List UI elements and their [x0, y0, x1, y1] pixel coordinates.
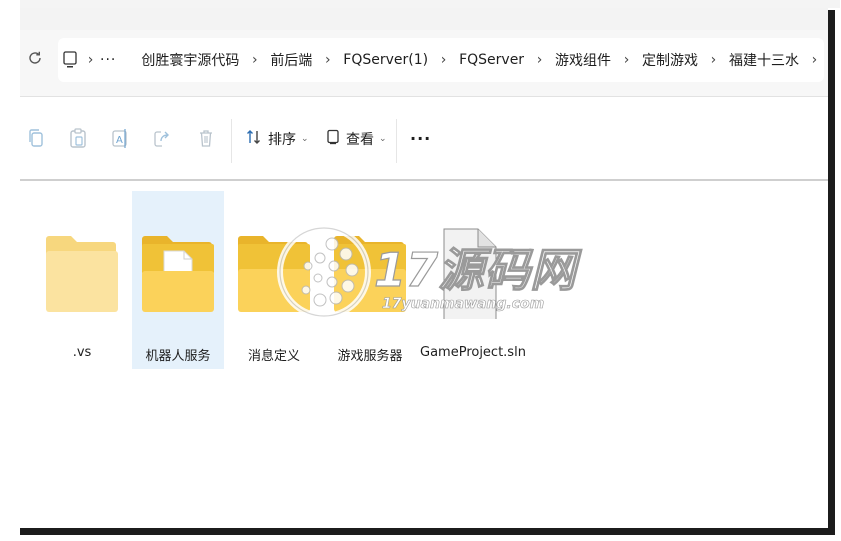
chevron-right-icon[interactable]: › — [530, 52, 549, 68]
window-top-edge — [20, 0, 840, 8]
view-label: 查看 — [346, 132, 374, 148]
breadcrumb-item-0[interactable]: 创胜寰宇源代码 — [135, 50, 245, 70]
file-name: 消息定义 — [247, 349, 300, 364]
share-icon[interactable] — [151, 125, 173, 151]
view-icon — [326, 129, 340, 149]
refresh-icon[interactable] — [24, 50, 46, 72]
file-explorer-window: › ··· 创胜寰宇源代码 › 前后端 › FQServer(1) › FQSe… — [20, 8, 828, 528]
breadcrumb[interactable]: › ··· 创胜寰宇源代码 › 前后端 › FQServer(1) › FQSe… — [58, 38, 824, 82]
file-name: 机器人服务 — [145, 349, 211, 364]
file-item-file[interactable]: GameProject.sln — [420, 191, 526, 369]
tab-strip — [20, 8, 828, 30]
file-name: GameProject.sln — [420, 345, 526, 360]
chevron-right-icon[interactable]: › — [617, 52, 636, 68]
file-name: 游戏服务器 — [337, 349, 403, 364]
folder-icon — [234, 209, 314, 319]
breadcrumb-item-4[interactable]: 游戏组件 — [549, 50, 617, 70]
address-bar-area: › ··· 创胜寰宇源代码 › 前后端 › FQServer(1) › FQSe… — [20, 30, 828, 97]
breadcrumb-item-5[interactable]: 定制游戏 — [636, 50, 704, 70]
folder-with-document-icon — [138, 209, 218, 319]
toolbar-divider — [231, 119, 232, 163]
this-pc-icon[interactable] — [58, 51, 81, 69]
chevron-right-icon[interactable]: › — [81, 52, 100, 68]
file-name: .vs — [72, 345, 92, 360]
svg-text:A: A — [116, 135, 123, 146]
copy-icon[interactable] — [25, 125, 47, 151]
file-item-folder[interactable]: 消息定义 — [228, 191, 320, 369]
breadcrumb-item-2[interactable]: FQServer(1) — [337, 52, 434, 68]
folder-icon — [330, 209, 410, 319]
sort-icon — [246, 129, 262, 149]
view-menu-button[interactable]: 查看 ⌄ — [326, 129, 387, 149]
trash-icon[interactable] — [195, 125, 217, 151]
rename-icon[interactable]: A — [109, 125, 131, 151]
sort-menu-button[interactable]: 排序 ⌄ — [246, 129, 309, 149]
file-item-folder[interactable]: .vs — [36, 191, 128, 369]
breadcrumb-overflow[interactable]: ··· — [100, 52, 116, 68]
chevron-right-icon[interactable]: › — [434, 52, 453, 68]
more-options-button[interactable]: ··· — [410, 129, 431, 148]
document-icon — [426, 209, 506, 355]
chevron-right-icon[interactable]: › — [805, 52, 824, 68]
breadcrumb-item-6[interactable]: 福建十三水 — [723, 50, 805, 70]
chevron-down-icon: ⌄ — [301, 134, 309, 144]
toolbar-divider — [396, 119, 397, 163]
sort-label: 排序 — [268, 132, 296, 148]
breadcrumb-item-3[interactable]: FQServer — [453, 52, 530, 68]
window-shadow-bottom — [20, 528, 835, 535]
chevron-right-icon[interactable]: › — [318, 52, 337, 68]
file-item-folder-selected[interactable]: 机器人服务 — [132, 191, 224, 369]
paste-icon[interactable] — [67, 125, 89, 151]
window-shadow-right — [828, 10, 835, 534]
chevron-right-icon[interactable]: › — [704, 52, 723, 68]
chevron-right-icon[interactable]: › — [245, 52, 264, 68]
file-list: .vs 机器人服务 消息定义 游戏服务器 GameProject.sln — [20, 181, 828, 528]
folder-icon — [42, 209, 122, 319]
command-bar: A 排序 ⌄ 查看 ⌄ ··· — [20, 97, 828, 181]
file-item-folder[interactable]: 游戏服务器 — [324, 191, 416, 369]
chevron-down-icon: ⌄ — [379, 134, 387, 144]
breadcrumb-item-1[interactable]: 前后端 — [264, 50, 318, 70]
